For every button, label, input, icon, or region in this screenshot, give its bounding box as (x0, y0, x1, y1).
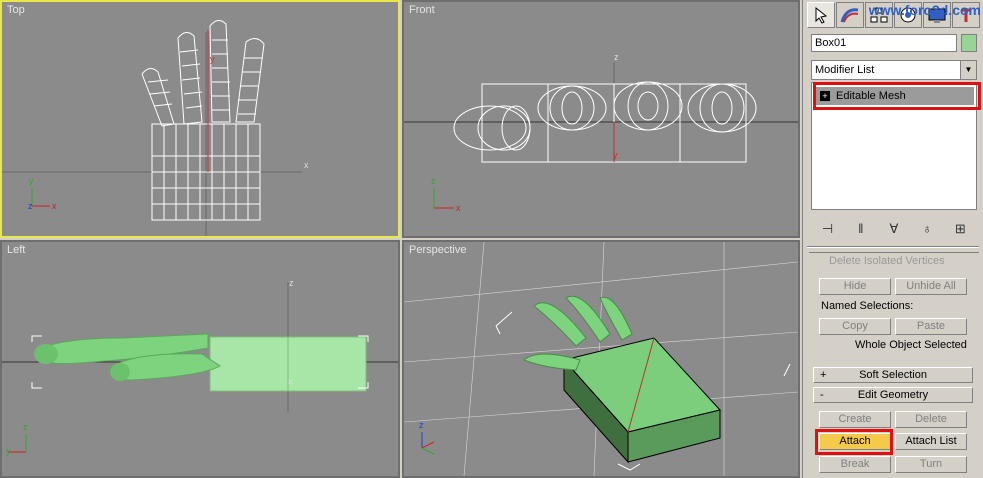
svg-text:x: x (304, 160, 309, 170)
viewport-front[interactable]: Front z y z x (402, 0, 800, 238)
svg-text:z: z (419, 420, 424, 430)
unhide-all-button[interactable]: Unhide All (895, 278, 967, 295)
modifier-list-label: Modifier List (815, 64, 875, 76)
attach-list-button[interactable]: Attach List (895, 433, 967, 450)
svg-text:y: y (613, 150, 618, 160)
named-selections-label: Named Selections: (821, 300, 914, 312)
svg-text:y: y (6, 446, 11, 456)
axis-tripod: y x z (28, 176, 57, 211)
top-view-wireframe: x y y x z (2, 20, 309, 236)
perspective-view-mesh: z (404, 242, 798, 476)
rollout-title: Edit Geometry (857, 389, 929, 401)
svg-text:y: y (210, 54, 215, 64)
turn-button[interactable]: Turn (895, 456, 967, 473)
svg-text:z: z (614, 52, 619, 62)
left-view-mesh: z x z y (2, 278, 398, 456)
svg-text:x: x (456, 203, 461, 213)
remove-modifier-icon[interactable]: ♁ (918, 221, 936, 237)
svg-text:x: x (288, 376, 293, 386)
rollout-panel: Delete Isolated Vertices Hide Unhide All… (809, 252, 979, 478)
viewport-top[interactable]: Top x y y x z (0, 0, 400, 238)
chevron-down-icon[interactable]: ▼ (960, 61, 976, 79)
divider (807, 246, 979, 248)
edit-geometry-rollout[interactable]: - Edit Geometry (813, 387, 973, 403)
modifier-list-dropdown[interactable]: Modifier List ▼ (811, 60, 977, 80)
svg-text:z: z (289, 278, 294, 288)
hide-button[interactable]: Hide (819, 278, 891, 295)
make-unique-icon[interactable]: ∀ (885, 221, 903, 237)
collapse-icon: - (820, 389, 824, 401)
delete-button[interactable]: Delete (895, 411, 967, 428)
axis-tripod: z x (431, 176, 461, 213)
copy-button[interactable]: Copy (819, 318, 891, 335)
svg-text:x: x (52, 201, 57, 211)
selection-status: Whole Object Selected (855, 339, 967, 351)
svg-text:z: z (28, 201, 33, 211)
axis-tripod: z y (6, 422, 28, 456)
svg-text:z: z (431, 176, 436, 186)
object-color-swatch[interactable] (961, 34, 977, 52)
create-button[interactable]: Create (819, 411, 891, 428)
paste-button[interactable]: Paste (895, 318, 967, 335)
highlight-box (813, 82, 981, 110)
configure-sets-icon[interactable]: ⊞ (951, 221, 969, 237)
stack-toolbar: ⊣ ‖ ∀ ♁ ⊞ (811, 218, 977, 240)
axis-tripod: z (419, 420, 435, 455)
break-button[interactable]: Break (819, 456, 891, 473)
svg-text:y: y (29, 176, 34, 186)
expand-icon: + (820, 369, 827, 381)
viewport-left[interactable]: Left z x z y (0, 240, 400, 478)
object-name-field[interactable]: Box01 (811, 34, 957, 52)
watermark: www.foro3d.com (868, 2, 981, 18)
pin-stack-icon[interactable]: ⊣ (819, 221, 837, 237)
soft-selection-rollout[interactable]: + Soft Selection (813, 367, 973, 383)
show-end-result-icon[interactable]: ‖ (852, 221, 870, 237)
command-panel: www.foro3d.com Box01 Modifier List ▼ + E… (802, 0, 983, 478)
create-tab-icon[interactable] (807, 2, 835, 28)
svg-text:z: z (23, 422, 28, 432)
viewport-perspective[interactable]: Perspective z (402, 240, 800, 478)
rollout-title: Soft Selection (859, 369, 927, 381)
modify-tab-icon[interactable] (836, 2, 864, 28)
highlight-box (815, 429, 893, 455)
front-view-wireframe: z y z x (404, 52, 798, 213)
delete-isolated-checkbox[interactable]: Delete Isolated Vertices (829, 255, 945, 267)
